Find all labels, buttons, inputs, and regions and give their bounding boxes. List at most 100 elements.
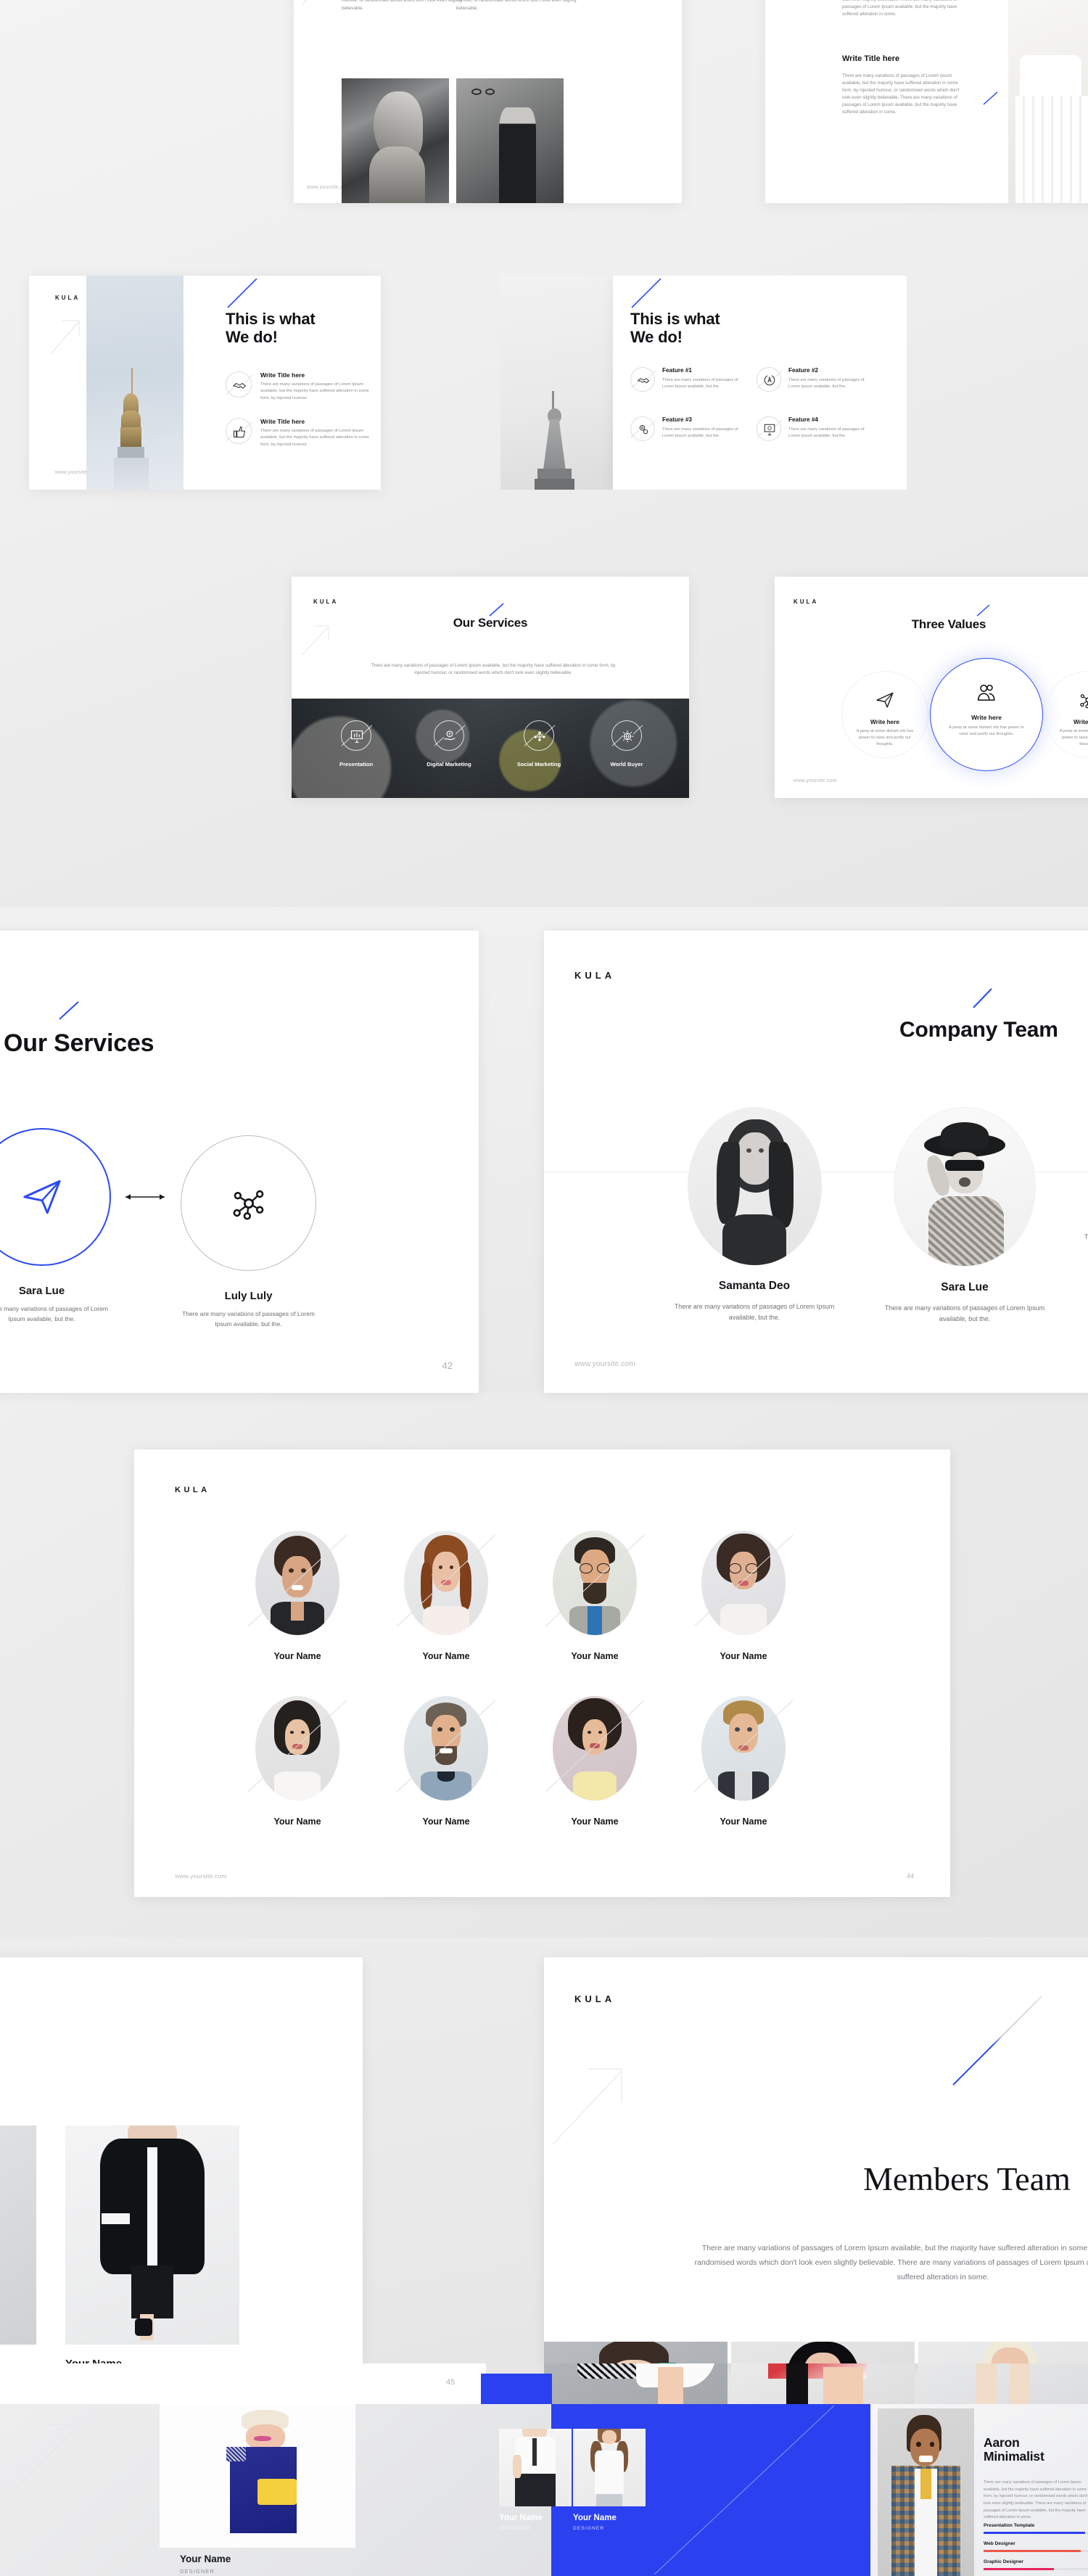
service-item[interactable]: World Buyer <box>590 720 663 768</box>
designer-name: Your Name <box>65 2358 239 2363</box>
skill-progress-fill <box>984 2568 1055 2570</box>
arrow-ornament-icon <box>551 2037 646 2146</box>
molecule-icon <box>233 1190 263 1220</box>
slide-title: Our Services <box>4 1029 154 1057</box>
feature-title: Write Title here <box>260 371 305 379</box>
service-card-active[interactable]: Sara Lue There are many variations of pa… <box>0 1128 120 1325</box>
slide-text-photo-right[interactable]: Write Title here There are many variatio… <box>765 0 1088 203</box>
service-item[interactable]: Social Marketing <box>499 720 579 768</box>
member-body: There are many variations of passages of… <box>884 1304 1045 1322</box>
value-item[interactable]: Write here A peep at some distant orb ha… <box>1044 671 1088 758</box>
service-item[interactable]: Digital Marketing <box>409 720 489 768</box>
list-item[interactable]: Your Name <box>537 1531 653 1661</box>
photo-man-wall <box>456 78 564 203</box>
skill-progress-bar <box>984 2568 1088 2570</box>
list-item[interactable]: Your Name <box>685 1696 801 1827</box>
arrow-ornament-icon <box>301 0 345 6</box>
column-body: There are many variations of passages of… <box>456 0 577 11</box>
feature-body: There are many variations of passages of… <box>788 427 865 439</box>
avatar <box>687 1107 822 1265</box>
blue-diagonal-tick-icon <box>950 1993 1044 2088</box>
slide-body: There are many variations of passages of… <box>371 663 616 676</box>
service-item[interactable]: Presentation <box>323 720 389 768</box>
team-member[interactable]: Samanta Deo There are many variations of… <box>660 1107 849 1322</box>
list-item[interactable]: Your Name <box>537 1696 653 1827</box>
team-member[interactable]: Sara Lue There are many variations of pa… <box>870 1107 1059 1324</box>
website-label: www.yoursite.com <box>574 1360 635 1368</box>
slide-three-values[interactable]: KULA Three Values www.yoursite.com Write… <box>775 577 1088 798</box>
member-body: T <box>1084 1233 1088 1240</box>
website-label: www.yoursite.com <box>794 778 837 783</box>
list-item[interactable]: Your Name <box>239 1696 355 1827</box>
slide-members-team[interactable]: KULA Members Team There are many variati… <box>544 1957 1088 2494</box>
feature-title: Feature #1 <box>662 367 692 374</box>
service-card-name: Sara Lue <box>18 1285 65 1297</box>
skill-item: Web Designer <box>984 2541 1088 2552</box>
slide-company-team[interactable]: KULA Company Team www.yoursite.com Saman… <box>544 931 1088 1393</box>
service-card[interactable]: Luly Luly There are many variations of p… <box>170 1135 326 1330</box>
skill-progress-bar <box>984 2550 1088 2552</box>
photo-model-black-outfit <box>0 2126 36 2345</box>
paper-plane-icon <box>876 692 894 708</box>
slide-designer-cards[interactable]: Your Name DESIGNER Your Name DESIGNER <box>0 1957 363 2363</box>
slide-what-we-do-vertical[interactable]: KULA www.yoursite.com This is what We do… <box>29 276 381 490</box>
feature-icon-circle <box>757 367 782 392</box>
value-body: A peep at some distant orb has power to … <box>1059 729 1088 747</box>
slide-title: Company Team <box>899 1018 1058 1042</box>
brand-logo: KULA <box>175 1486 210 1494</box>
slide-our-services-large[interactable]: Our Services Sara Lue There are many var… <box>0 931 479 1393</box>
designer-card[interactable]: Your Name DESIGNER <box>65 2358 239 2363</box>
block-body: There are many variations of passages of… <box>842 73 960 115</box>
list-item[interactable]: Your Name <box>239 1531 355 1661</box>
title-line-2: Minimalist <box>984 2449 1044 2464</box>
slide-team-grid[interactable]: KULA www.yoursite.com 44 Your Name Your … <box>134 1449 950 1897</box>
slide-body: There are many variations of passages of… <box>694 2244 1088 2281</box>
service-label: Presentation <box>339 761 373 768</box>
feature-title: Feature #3 <box>662 416 692 423</box>
designer-role: DESIGNER <box>180 2568 215 2575</box>
slide-body: There are many variations of passages of… <box>984 2480 1088 2520</box>
blue-diagonal-tick-icon <box>226 279 258 309</box>
list-item[interactable]: Your Name <box>388 1531 504 1661</box>
diagonal-ornament-icon <box>654 2405 835 2575</box>
value-item[interactable]: Write here A peep at some distant orb ha… <box>841 671 928 758</box>
arrow-ornament-icon <box>49 310 90 355</box>
skill-progress-bar <box>984 2532 1088 2534</box>
service-card-name: Luly Luly <box>224 1290 273 1302</box>
feature-body: There are many variations of passages of… <box>662 378 738 390</box>
photo-fashion-red-dress-bottom <box>731 2363 915 2404</box>
block-body: There are many variations of passages of… <box>842 0 957 17</box>
member-name: Your Name <box>720 1816 767 1827</box>
slide-what-we-do-features[interactable]: This is what We do! Feature #1 There are… <box>500 276 907 490</box>
feature-icon-circle <box>630 416 656 441</box>
service-label: Social Marketing <box>516 761 561 768</box>
designer-card[interactable]: Your Name DESIGNER <box>573 2429 682 2531</box>
blue-diagonal-tick-icon <box>489 603 505 617</box>
handshake-icon <box>638 378 649 384</box>
feature-title: Feature #4 <box>788 416 818 423</box>
slide-aaron-minimalist[interactable]: Aaron Minimalist There are many variatio… <box>870 2404 1088 2576</box>
list-item[interactable]: Your Name <box>685 1531 801 1661</box>
list-item[interactable]: Your Name <box>388 1696 504 1827</box>
blue-diagonal-tick-icon <box>976 604 991 617</box>
photo-model-white-shirt <box>499 2429 572 2506</box>
avatar <box>894 1107 1036 1267</box>
designer-name: Your Name <box>573 2514 617 2522</box>
photo-model-blue-dress <box>160 2404 355 2548</box>
member-name: Your Name <box>273 1651 321 1661</box>
slide-our-services[interactable]: KULA Our Services There are many variati… <box>292 577 689 798</box>
title-line-2: We do! <box>226 327 278 346</box>
skill-label: Graphic Designer <box>984 2559 1023 2564</box>
slide-two-column-photos[interactable]: www.yoursite.com Write Title here There … <box>294 0 682 203</box>
feature-icon-circle <box>226 371 252 398</box>
blue-diagonal-tick-icon <box>972 987 994 1009</box>
value-item-active[interactable]: Write here A peep at some distant orb ha… <box>930 658 1043 771</box>
skill-progress-fill <box>984 2532 1085 2534</box>
bottom-composition: 45 Your Name DESIGNER Your Name DESIGNER… <box>0 2363 1088 2576</box>
designer-name: Your Name <box>180 2554 231 2564</box>
slide-title: This is what We do! <box>226 310 316 346</box>
designer-card[interactable]: Your Name DESIGNER <box>0 2358 36 2363</box>
title-line-1: This is what <box>226 310 316 328</box>
value-body: A peep at some distant orb has power to … <box>856 729 914 747</box>
brand-logo: KULA <box>574 1993 616 2004</box>
